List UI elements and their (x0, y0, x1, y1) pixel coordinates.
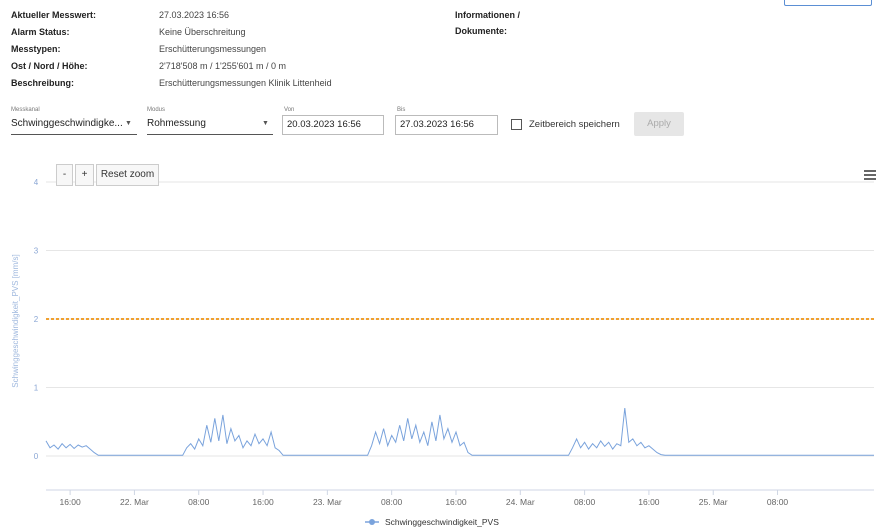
chevron-down-icon[interactable]: ▼ (262, 120, 269, 127)
series-line (45, 408, 874, 456)
zoom-in-button[interactable]: + (75, 164, 94, 186)
documents-label: Informationen / (455, 10, 520, 20)
bis-label: Bis (397, 107, 406, 113)
legend: Schwinggeschwindigkeit_PVS (365, 517, 499, 527)
reset-zoom-button[interactable]: Reset zoom (96, 164, 159, 186)
x-tick-label: 23. Mar (313, 497, 342, 507)
info-label: Messtypen: (11, 44, 61, 54)
y-tick-label: 4 (34, 178, 39, 187)
documents-label: Dokumente: (455, 26, 508, 36)
y-tick-label: 3 (34, 247, 39, 256)
save-range-checkbox[interactable] (511, 119, 522, 130)
info-value: 27.03.2023 16:56 (159, 10, 230, 20)
x-tick-label: 22. Mar (120, 497, 149, 507)
y-tick-label: 2 (34, 315, 39, 324)
x-tick-label: 08:00 (381, 497, 403, 507)
x-tick-label: 25. Mar (699, 497, 728, 507)
top-right-button[interactable] (784, 0, 872, 6)
info-label: Beschreibung: (11, 78, 75, 88)
series-lines (45, 408, 874, 456)
y-tick-label: 1 (34, 384, 39, 393)
modus-label: Modus (147, 107, 166, 113)
grid-lines (46, 181, 874, 457)
zoom-out-button[interactable]: - (56, 164, 73, 186)
menu-bar (864, 178, 876, 180)
x-tick-label: 08:00 (574, 497, 596, 507)
info-value: Erschütterungsmessungen Klinik Littenhei… (159, 78, 332, 88)
menu-bar (864, 170, 876, 172)
x-tick-label: 16:00 (252, 497, 274, 507)
von-date-input[interactable]: 20.03.2023 16:56 (282, 115, 384, 135)
y-tick-labels: 0 1 2 3 4 (34, 178, 39, 461)
info-label: Alarm Status: (11, 27, 70, 37)
info-value: Keine Überschreitung (159, 27, 246, 37)
menu-bar (864, 174, 876, 176)
bis-date-input[interactable]: 27.03.2023 16:56 (395, 115, 498, 135)
x-tick-label: 16:00 (445, 497, 467, 507)
info-label: Aktueller Messwert: (11, 10, 97, 20)
x-tick-label: 08:00 (767, 497, 789, 507)
legend-label: Schwinggeschwindigkeit_PVS (385, 517, 499, 527)
y-axis-label: Schwinggeschwindigkeit_PVS [mm/s] (11, 254, 20, 387)
y-tick-label: 0 (34, 452, 39, 461)
apply-button[interactable]: Apply (634, 112, 684, 136)
x-axis: 16:00 22. Mar 08:00 16:00 23. Mar 08:00 16:00 2… (46, 489, 874, 507)
x-tick-label: 16:00 (59, 497, 81, 507)
legend-marker-dot (369, 519, 375, 525)
x-tick-label: 16:00 (638, 497, 660, 507)
messkanal-select[interactable]: Schwinggeschwindigke... (11, 118, 123, 129)
messkanal-label: Messkanal (11, 107, 40, 113)
messkanal-underline (11, 134, 137, 135)
modus-underline (147, 134, 273, 135)
chart: 0 1 2 3 4 16:00 22. Mar 08:00 16:00 23. Mar 08:00… (11, 178, 874, 527)
von-label: Von (284, 107, 295, 113)
info-label: Ost / Nord / Höhe: (11, 61, 88, 71)
x-tick-label: 08:00 (188, 497, 210, 507)
chevron-down-icon[interactable]: ▼ (125, 120, 132, 127)
x-tick-label: 24. Mar (506, 497, 535, 507)
save-range-label[interactable]: Zeitbereich speichern (529, 119, 620, 130)
modus-select[interactable]: Rohmessung (147, 118, 206, 129)
info-value: Erschütterungsmessungen (159, 44, 267, 54)
menu-icon[interactable] (864, 170, 876, 181)
info-value: 2'718'508 m / 1'255'601 m / 0 m (159, 61, 286, 71)
